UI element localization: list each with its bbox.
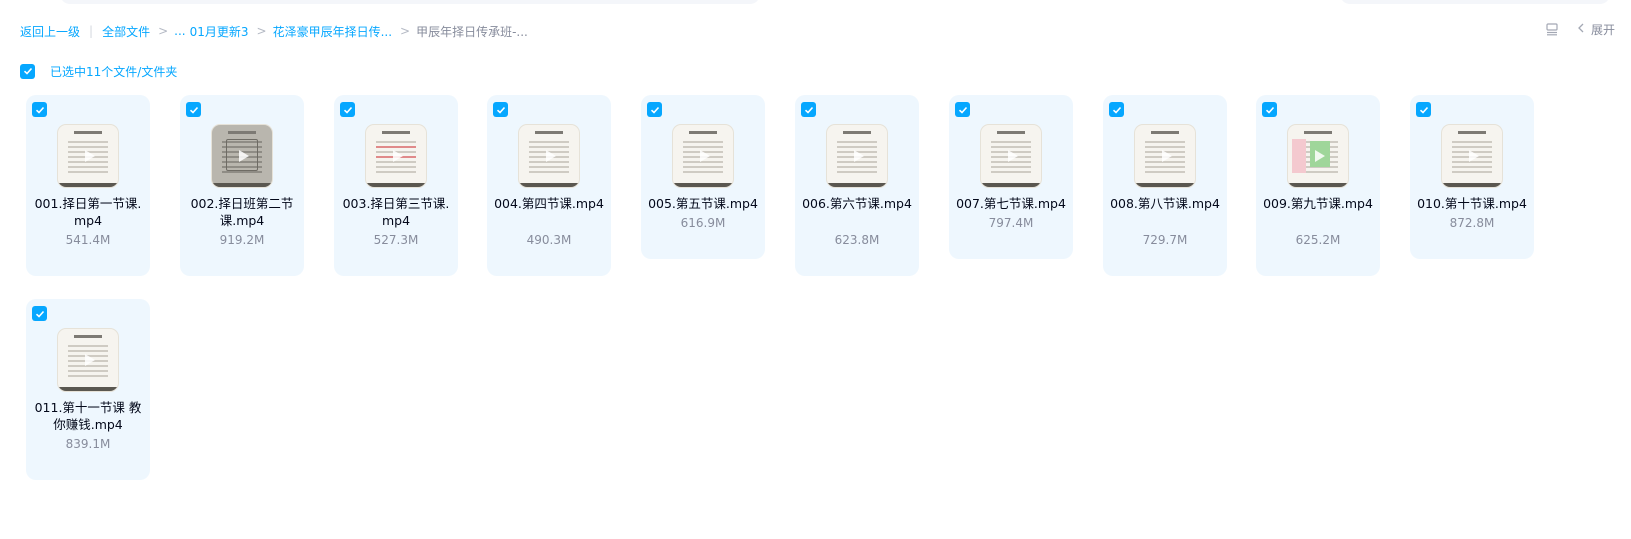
play-icon xyxy=(239,150,249,162)
file-card[interactable]: 002.择日班第二节课.mp4 919.2M xyxy=(180,95,304,276)
file-size: 872.8M xyxy=(1449,216,1495,230)
file-name: 007.第七节课.mp4 xyxy=(956,196,1066,211)
breadcrumb-current: 甲辰年择日传承班-... xyxy=(416,24,528,39)
file-size: 623.8M xyxy=(834,233,880,247)
selection-count: 已选中11个文件/文件夹 xyxy=(50,64,178,79)
video-thumbnail xyxy=(827,125,887,187)
file-checkbox[interactable] xyxy=(1262,102,1277,117)
file-name: 009.第九节课.mp4 xyxy=(1263,196,1373,211)
file-checkbox[interactable] xyxy=(801,102,816,117)
breadcrumb: 返回上一级 | 全部文件 > ... 01月更新3 > 花泽豪甲辰年择日传...… xyxy=(20,22,528,40)
file-name: 008.第八节课.mp4 xyxy=(1110,196,1220,211)
play-icon xyxy=(85,354,95,366)
play-icon xyxy=(393,150,403,162)
video-thumbnail xyxy=(519,125,579,187)
file-checkbox[interactable] xyxy=(340,102,355,117)
file-card[interactable]: 006.第六节课.mp4 623.8M xyxy=(795,95,919,276)
file-name: 002.择日班第二节课.mp4 xyxy=(190,196,294,228)
breadcrumb-ellipsis[interactable]: ... xyxy=(174,24,185,38)
file-size: 797.4M xyxy=(988,216,1034,230)
video-thumbnail xyxy=(366,125,426,187)
file-card[interactable]: 003.择日第三节课.mp4 527.3M xyxy=(334,95,458,276)
play-icon xyxy=(1315,150,1325,162)
file-card[interactable]: 011.第十一节课 教你赚钱.mp4 839.1M xyxy=(26,299,150,480)
video-thumbnail xyxy=(58,329,118,391)
file-size: 839.1M xyxy=(65,437,111,451)
play-icon xyxy=(1008,150,1018,162)
play-icon xyxy=(1162,150,1172,162)
file-card[interactable]: 010.第十节课.mp4 872.8M xyxy=(1410,95,1534,259)
file-checkbox[interactable] xyxy=(1416,102,1431,117)
file-card[interactable]: 008.第八节课.mp4 729.7M xyxy=(1103,95,1227,276)
play-icon xyxy=(85,150,95,162)
file-name: 001.择日第一节课.mp4 xyxy=(34,196,142,228)
file-checkbox[interactable] xyxy=(186,102,201,117)
video-thumbnail xyxy=(1288,125,1348,187)
file-size: 729.7M xyxy=(1142,233,1188,247)
play-icon xyxy=(700,150,710,162)
file-size: 616.9M xyxy=(680,216,726,230)
video-thumbnail xyxy=(1442,125,1502,187)
file-checkbox[interactable] xyxy=(32,102,47,117)
back-link[interactable]: 返回上一级 xyxy=(20,23,80,40)
view-tools: 展开 xyxy=(1545,20,1615,38)
breadcrumb-separator-icon: > xyxy=(400,24,411,38)
file-size: 919.2M xyxy=(219,233,265,247)
video-thumbnail xyxy=(673,125,733,187)
video-thumbnail xyxy=(58,125,118,187)
file-card[interactable]: 005.第五节课.mp4 616.9M xyxy=(641,95,765,259)
select-all-checkbox[interactable] xyxy=(20,63,35,79)
file-checkbox[interactable] xyxy=(955,102,970,117)
file-card[interactable]: 009.第九节课.mp4 625.2M xyxy=(1256,95,1380,276)
file-name: 004.第四节课.mp4 xyxy=(494,196,604,211)
breadcrumb-separator-icon: > xyxy=(158,24,169,38)
file-name: 006.第六节课.mp4 xyxy=(802,196,912,211)
top-user-area xyxy=(1340,0,1610,4)
breadcrumb-divider: | xyxy=(89,24,94,38)
file-card[interactable]: 004.第四节课.mp4 490.3M xyxy=(487,95,611,276)
file-size: 490.3M xyxy=(526,233,572,247)
file-card[interactable]: 001.择日第一节课.mp4 541.4M xyxy=(26,95,150,276)
file-name: 010.第十节课.mp4 xyxy=(1417,196,1527,211)
play-icon xyxy=(546,150,556,162)
breadcrumb-item-update[interactable]: 01月更新3 xyxy=(190,23,249,40)
breadcrumb-separator-icon: > xyxy=(256,24,267,38)
file-size: 625.2M xyxy=(1295,233,1341,247)
expand-button[interactable]: 展开 xyxy=(1591,21,1615,38)
play-icon xyxy=(854,150,864,162)
file-name: 011.第十一节课 教你赚钱.mp4 xyxy=(34,400,142,432)
file-size: 527.3M xyxy=(373,233,419,247)
file-card[interactable]: 007.第七节课.mp4 797.4M xyxy=(949,95,1073,259)
breadcrumb-root[interactable]: 全部文件 xyxy=(102,23,150,40)
file-name: 005.第五节课.mp4 xyxy=(648,196,758,211)
list-view-icon[interactable] xyxy=(1545,22,1559,36)
file-checkbox[interactable] xyxy=(32,306,47,321)
file-checkbox[interactable] xyxy=(1109,102,1124,117)
video-thumbnail xyxy=(212,125,272,187)
chevron-left-icon[interactable] xyxy=(1577,22,1585,36)
play-icon xyxy=(1469,150,1479,162)
breadcrumb-item-course[interactable]: 花泽豪甲辰年择日传... xyxy=(273,23,392,40)
file-size: 541.4M xyxy=(65,233,111,247)
select-all-row: 已选中11个文件/文件夹 xyxy=(20,63,177,79)
top-search-area xyxy=(60,0,760,4)
video-thumbnail xyxy=(981,125,1041,187)
file-checkbox[interactable] xyxy=(493,102,508,117)
file-checkbox[interactable] xyxy=(647,102,662,117)
video-thumbnail xyxy=(1135,125,1195,187)
file-name: 003.择日第三节课.mp4 xyxy=(342,196,450,228)
